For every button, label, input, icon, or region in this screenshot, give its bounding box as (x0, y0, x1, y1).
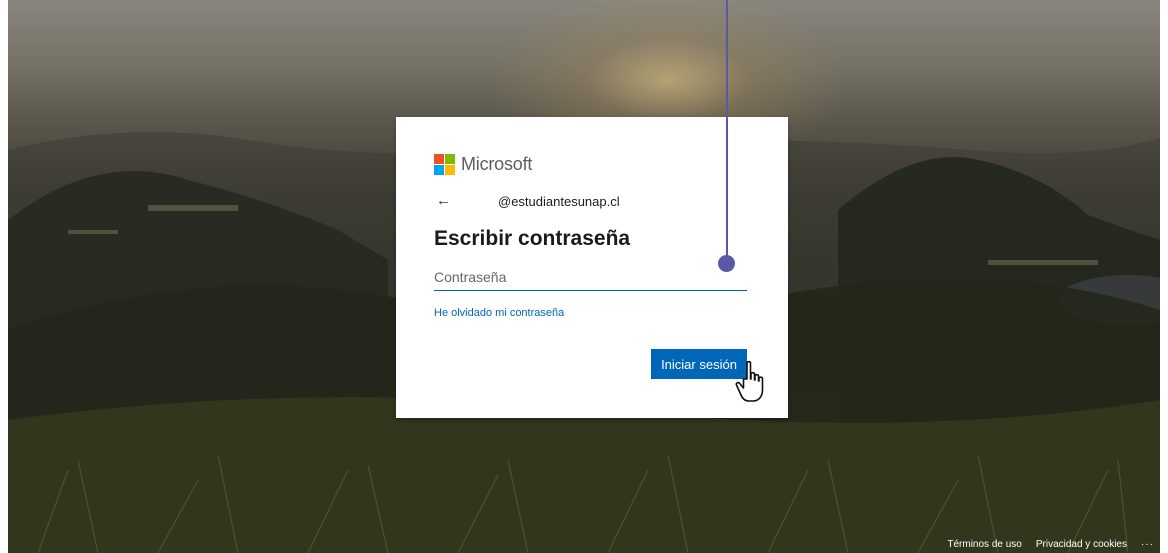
more-options-icon[interactable]: ··· (1141, 539, 1154, 550)
terms-of-use-link[interactable]: Términos de uso (947, 539, 1021, 550)
annotation-dot (718, 255, 735, 272)
microsoft-logo-icon (434, 154, 455, 175)
identity-email: @estudiantesunap.cl (498, 193, 620, 209)
page-title: Escribir contraseña (434, 227, 631, 250)
privacy-cookies-link[interactable]: Privacidad y cookies (1036, 539, 1127, 550)
sign-in-button[interactable]: Iniciar sesión (651, 349, 747, 379)
hand-pointer-icon (735, 360, 764, 402)
microsoft-brand-name: Microsoft (461, 154, 533, 174)
forgot-password-link[interactable]: He olvidado mi contraseña (434, 307, 564, 319)
logo-square-red (434, 154, 444, 164)
footer: Términos de uso Privacidad y cookies ··· (947, 535, 1160, 553)
identity-row: ← @estudiantesunap.cl (436, 193, 620, 209)
logo-square-blue (434, 165, 444, 175)
password-input[interactable] (434, 264, 747, 291)
logo-square-green (445, 154, 455, 164)
logo-square-yellow (445, 165, 455, 175)
annotation-line (726, 0, 728, 264)
arrow-left-icon[interactable]: ← (436, 193, 456, 209)
microsoft-logo-row: Microsoft (434, 154, 532, 175)
page-viewport: Microsoft ← @estudiantesunap.cl Escribir… (0, 0, 1168, 553)
